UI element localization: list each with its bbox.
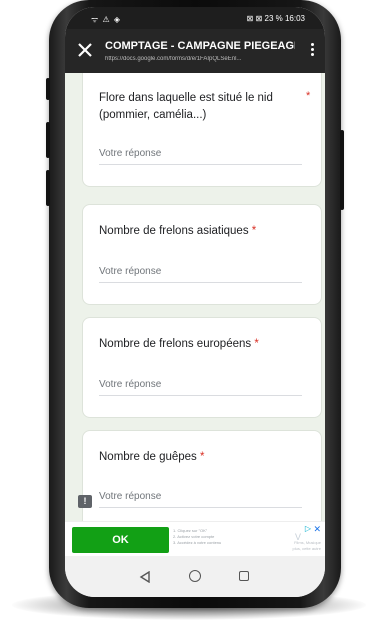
ad-banner: OK 1. Cliquez sur "OK" 2. Activez votre …	[65, 521, 325, 557]
question-title: Nombre de guêpes *	[99, 451, 205, 463]
answer-input[interactable]: Votre réponse	[99, 379, 302, 396]
close-icon[interactable]	[75, 40, 95, 60]
nav-recent-icon[interactable]	[239, 571, 249, 581]
volume-button	[46, 170, 50, 206]
power-button	[340, 130, 344, 210]
status-left-icons: ᯤ ⚠ ◈	[91, 15, 122, 24]
form-content: Flore dans laquelle est situé le nid (po…	[65, 73, 325, 521]
ad-close-icon[interactable]: ✕	[313, 524, 321, 535]
question-title: Flore dans laquelle est situé le nid (po…	[99, 92, 273, 121]
required-marker: *	[306, 90, 311, 102]
required-marker: *	[251, 225, 257, 237]
more-vert-icon[interactable]	[309, 43, 315, 59]
question-card: Nombre de frelons asiatiques * Votre rép…	[82, 204, 322, 305]
answer-input[interactable]: Votre réponse	[99, 491, 302, 508]
answer-input[interactable]: Votre réponse	[99, 266, 302, 283]
volume-button	[46, 78, 50, 100]
page-url: https://docs.google.com/forms/d/e/1FAIpQ…	[105, 56, 242, 62]
nav-back-icon[interactable]	[139, 570, 151, 588]
phone-screen: ᯤ ⚠ ◈ ⊠ ⊠ 23 % 16:03 COMPTAGE - CAMPAGNE…	[65, 7, 325, 597]
feedback-icon[interactable]: !	[78, 495, 92, 508]
ad-side-text: Films, Musique plus, cette autre	[292, 540, 321, 551]
status-right-text: ⊠ ⊠ 23 % 16:03	[246, 14, 305, 23]
volume-button	[46, 122, 50, 158]
question-card: Nombre de frelons européens * Votre répo…	[82, 317, 322, 418]
android-nav-bar	[65, 556, 325, 597]
browser-toolbar: COMPTAGE - CAMPAGNE PIEGEAGE... https://…	[65, 29, 325, 73]
question-title: Nombre de frelons asiatiques *	[99, 225, 257, 237]
question-card: Nombre de guêpes * Votre réponse	[82, 430, 322, 521]
question-card: Flore dans laquelle est situé le nid (po…	[82, 73, 322, 187]
page-title: COMPTAGE - CAMPAGNE PIEGEAGE...	[105, 40, 295, 52]
ad-steps: 1. Cliquez sur "OK" 2. Activez votre com…	[173, 528, 222, 545]
ad-ok-button[interactable]: OK	[72, 527, 169, 553]
status-bar: ᯤ ⚠ ◈ ⊠ ⊠ 23 % 16:03	[65, 7, 325, 29]
required-marker: *	[200, 451, 205, 463]
required-marker: *	[254, 338, 259, 350]
ad-choices-icon[interactable]: ▷	[305, 524, 311, 533]
nav-home-icon[interactable]	[189, 570, 201, 582]
question-title: Nombre de frelons européens *	[99, 338, 259, 350]
answer-input[interactable]: Votre réponse	[99, 148, 302, 165]
